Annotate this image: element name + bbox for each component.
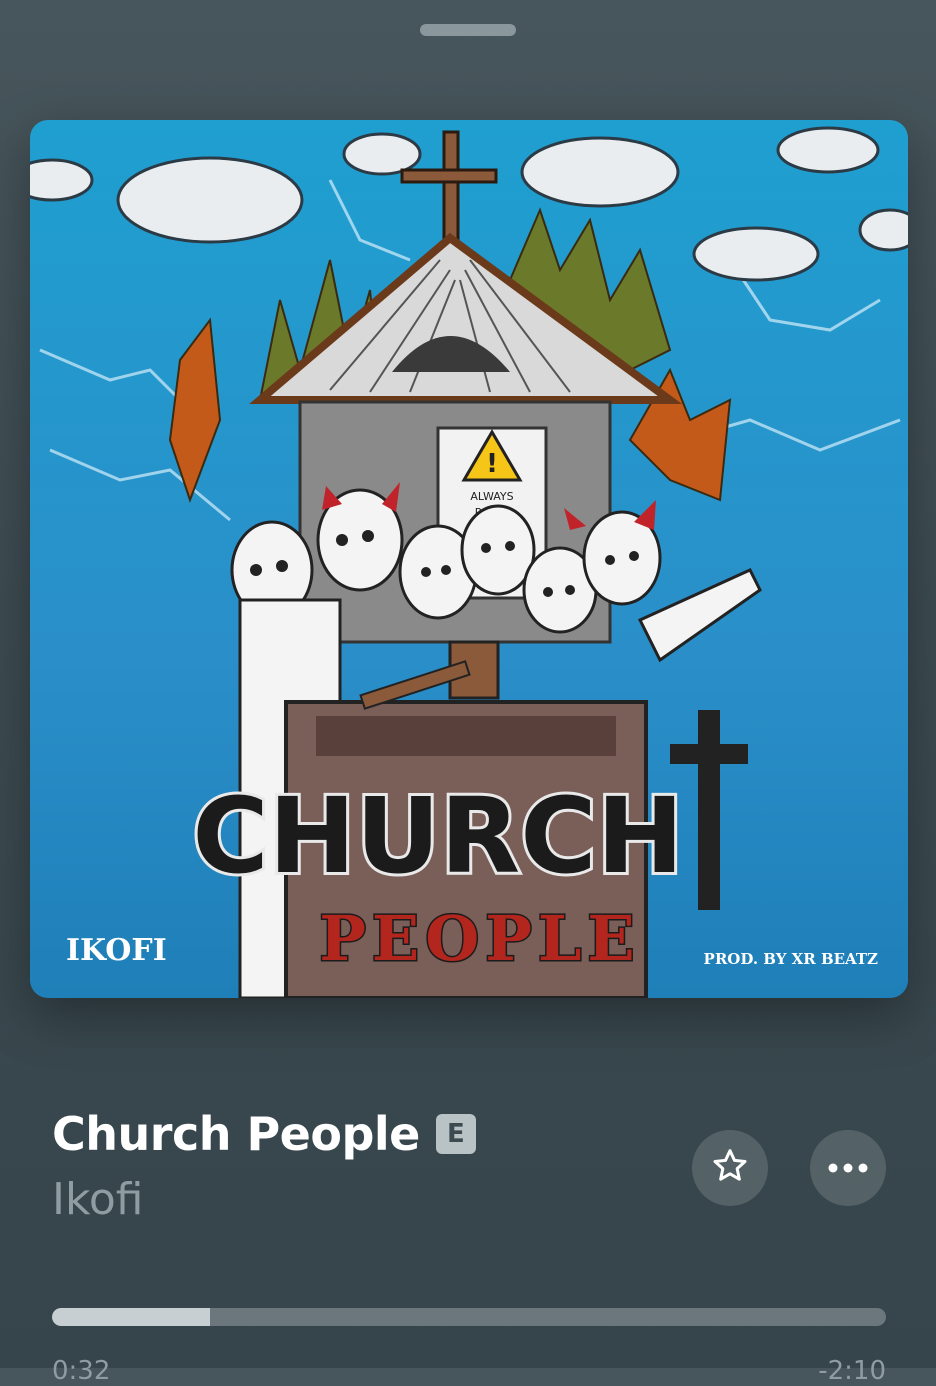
artwork-title-people: PEOPLE (319, 902, 640, 975)
favorite-button[interactable] (692, 1130, 768, 1206)
artwork-title-church: CHURCH (192, 775, 683, 897)
artwork-artist-text: IKOFI (66, 933, 167, 968)
star-icon (710, 1146, 750, 1190)
svg-text:!: ! (486, 449, 498, 479)
sheet-grabber[interactable] (420, 24, 516, 36)
artist-name[interactable]: Ikofi (52, 1170, 144, 1230)
more-options-button[interactable] (810, 1130, 886, 1206)
song-title-row: Church People E (52, 1104, 476, 1164)
time-remaining: -2:10 (818, 1356, 886, 1386)
time-elapsed: 0:32 (52, 1356, 111, 1386)
playback-progress-bar[interactable] (52, 1308, 886, 1326)
album-artwork: ! ALWAYS RIGHT (30, 120, 908, 998)
artwork-producer-text: PROD. BY XR BEATZ (704, 950, 878, 968)
progress-fill (52, 1308, 211, 1326)
ellipsis-icon (826, 1159, 870, 1178)
sign-text-always: ALWAYS (470, 490, 513, 503)
explicit-badge: E (435, 1114, 476, 1154)
song-title[interactable]: Church People (52, 1104, 420, 1164)
